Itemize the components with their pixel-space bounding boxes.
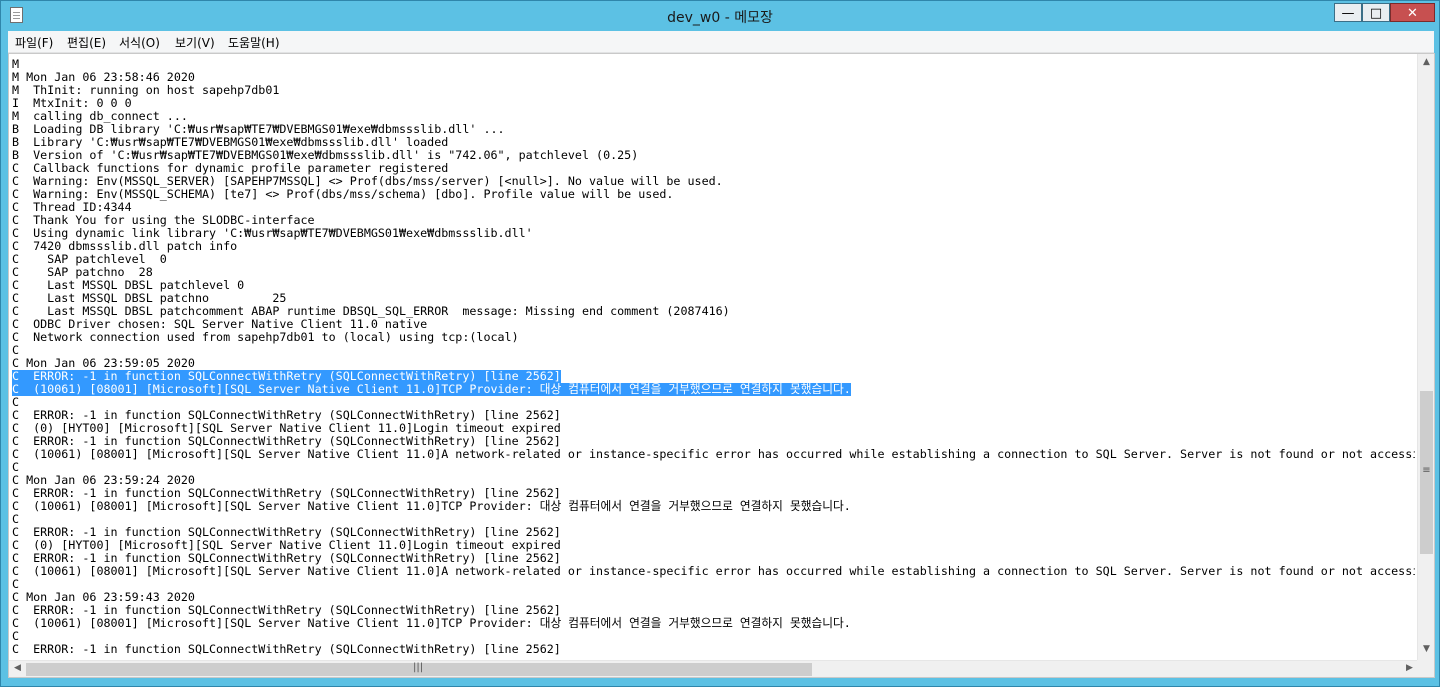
text-line[interactable]: C ERROR: -1 in function SQLConnectWithRe… [12, 643, 561, 656]
scrollbar-corner [1417, 660, 1434, 677]
window-title: dev_w0 - 메모장 [667, 10, 773, 26]
notepad-window: dev_w0 - 메모장 — □ ✕ 파일(F) 편집(E) 서식(O) 보기(… [0, 0, 1440, 687]
maximize-button[interactable]: □ [1362, 3, 1390, 22]
scroll-down-arrow-icon[interactable]: ▼ [1418, 644, 1434, 654]
horizontal-scrollbar[interactable]: ◀ ||| ▶ [9, 660, 1418, 677]
close-icon: ✕ [1407, 6, 1418, 21]
menu-edit[interactable]: 편집(E) [67, 34, 106, 51]
menu-help[interactable]: 도움말(H) [228, 34, 280, 51]
text-line[interactable]: C (10061) [08001] [Microsoft][SQL Server… [12, 383, 851, 396]
menu-file[interactable]: 파일(F) [15, 34, 53, 51]
menu-format[interactable]: 서식(O) [119, 34, 160, 51]
grip-icon: ≡ [1422, 465, 1431, 476]
scroll-left-arrow-icon[interactable]: ◀ [9, 663, 26, 673]
vertical-scrollbar[interactable]: ▲ ≡ ▼ [1417, 54, 1434, 661]
menu-view[interactable]: 보기(V) [175, 34, 215, 51]
title-bar[interactable]: dev_w0 - 메모장 — □ ✕ [1, 1, 1439, 31]
close-button[interactable]: ✕ [1390, 3, 1435, 22]
text-line[interactable]: C (10061) [08001] [Microsoft][SQL Server… [12, 500, 851, 513]
text-line[interactable]: C Network connection used from sapehp7db… [12, 331, 519, 344]
grip-icon: ||| [413, 662, 424, 673]
scroll-right-arrow-icon[interactable]: ▶ [1401, 663, 1418, 673]
scroll-up-arrow-icon[interactable]: ▲ [1418, 57, 1434, 67]
text-content[interactable]: MM Mon Jan 06 23:58:46 2020 M ThInit: run… [12, 58, 1415, 661]
text-line[interactable]: C (10061) [08001] [Microsoft][SQL Server… [12, 617, 851, 630]
text-line[interactable]: C (10061) [08001] [Microsoft][SQL Server… [12, 448, 1415, 461]
maximize-icon: □ [1369, 6, 1383, 21]
text-editor[interactable]: MM Mon Jan 06 23:58:46 2020 M ThInit: run… [8, 53, 1435, 678]
minimize-icon: — [1341, 6, 1355, 21]
minimize-button[interactable]: — [1334, 3, 1362, 22]
text-line[interactable]: C (10061) [08001] [Microsoft][SQL Server… [12, 565, 1415, 578]
menu-bar: 파일(F) 편집(E) 서식(O) 보기(V) 도움말(H) [8, 31, 1434, 53]
